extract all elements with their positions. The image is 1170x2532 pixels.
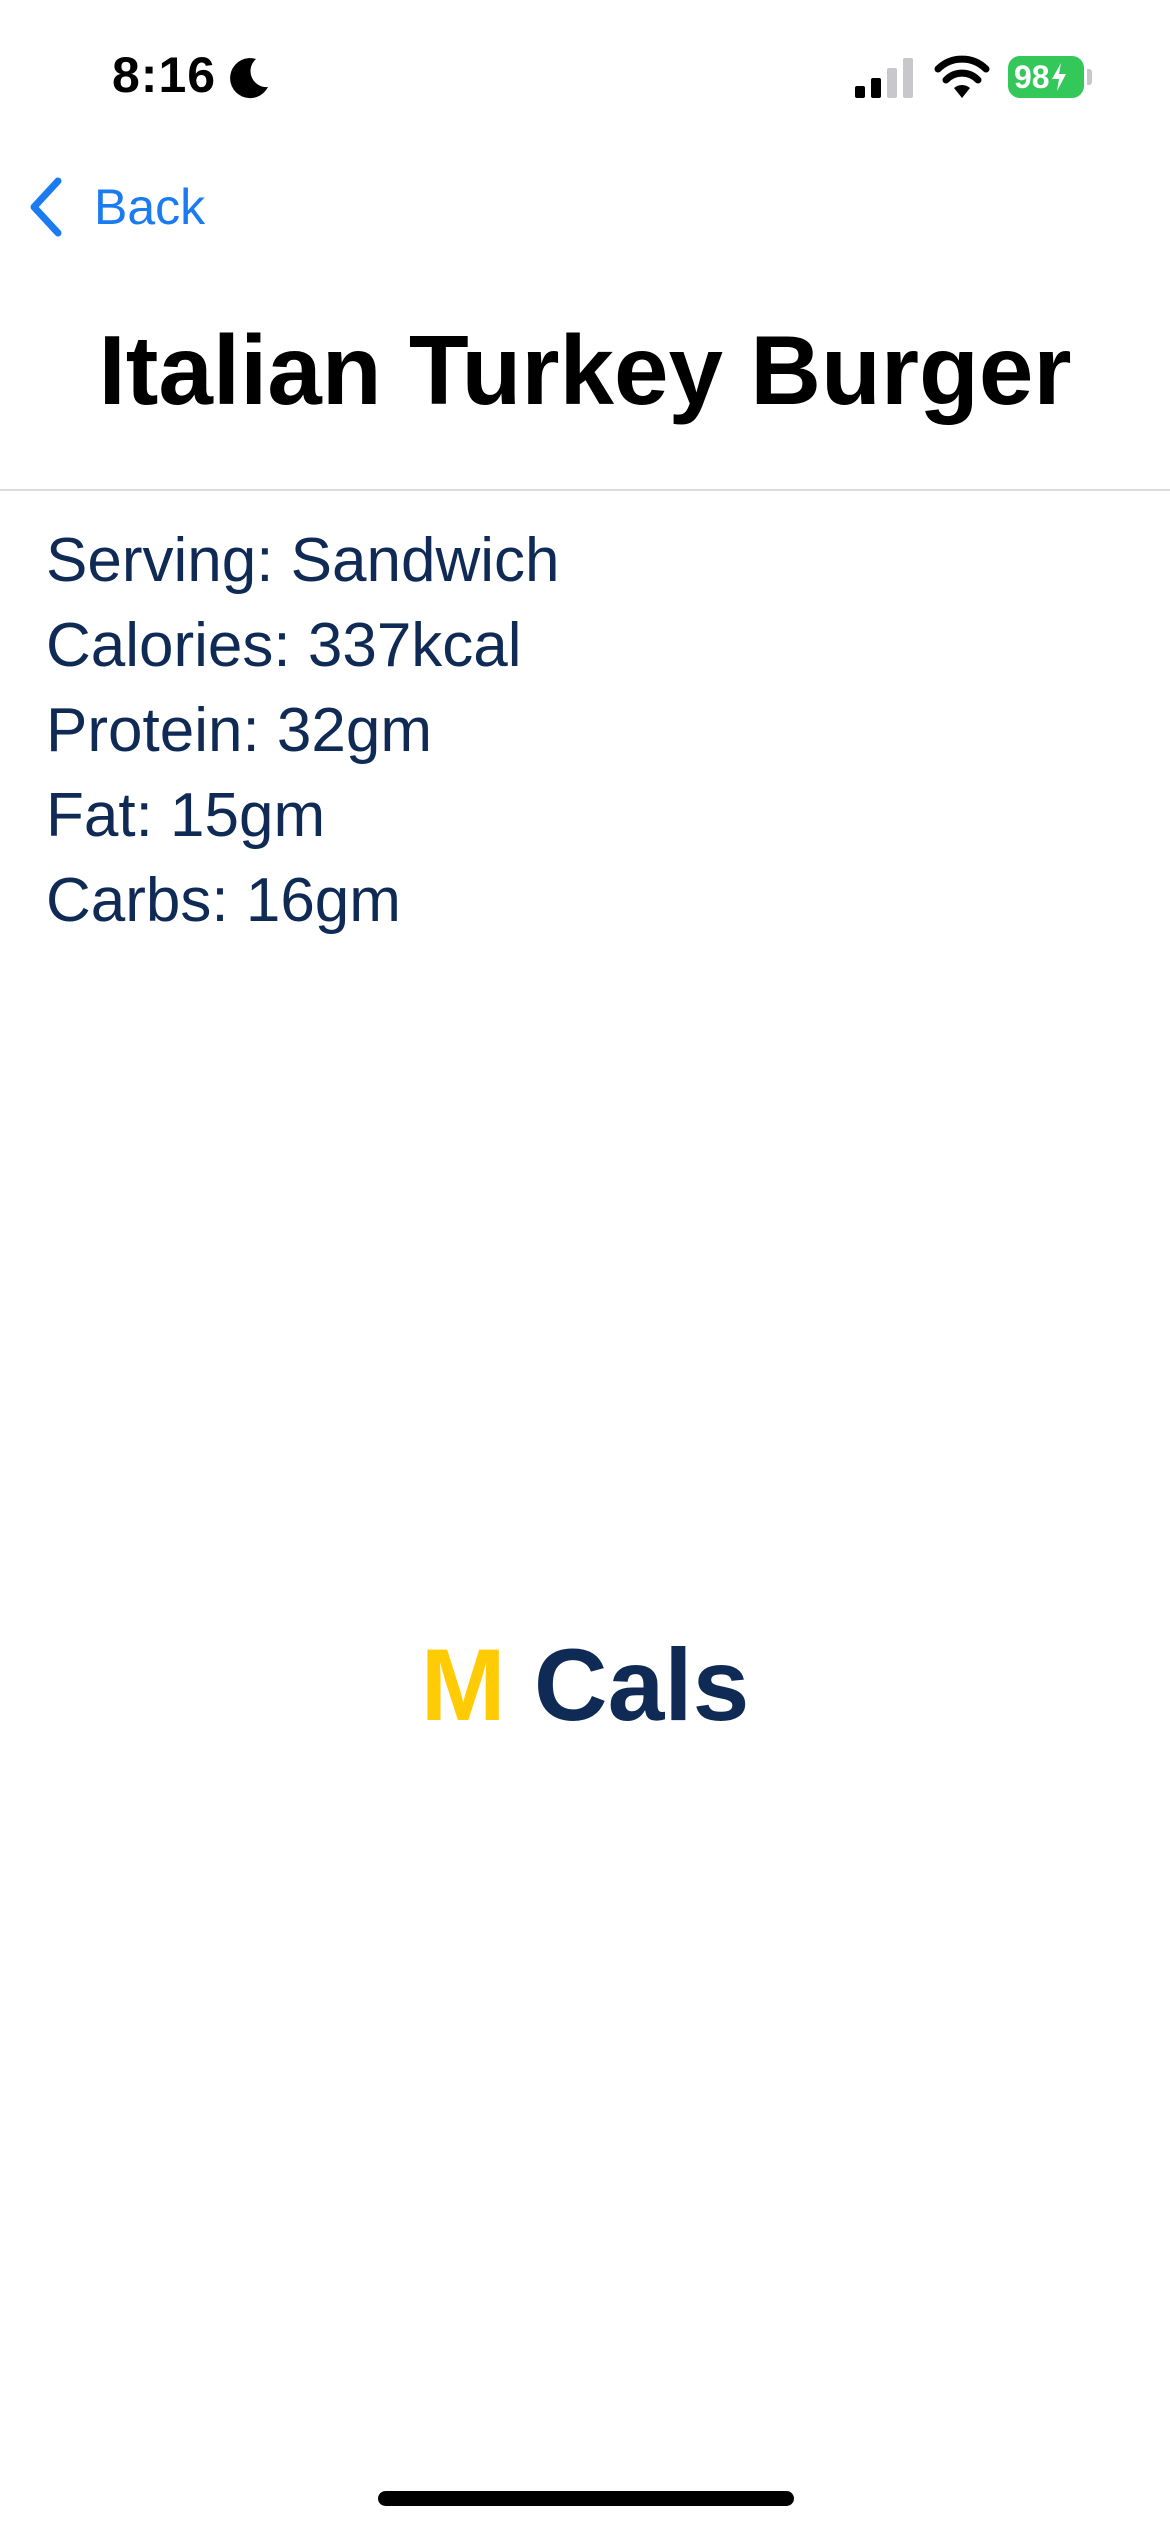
signal-icon [855, 58, 913, 98]
back-label: Back [94, 179, 206, 235]
brand-logo-m: M [420, 1628, 506, 1742]
nutrition-calories: Calories: 337kcal [46, 611, 522, 680]
brand-logo-cals: Cals [533, 1628, 750, 1742]
charging-bolt-icon [1051, 63, 1066, 91]
status-bar: 8:16 98 [0, 0, 1170, 150]
nutrition-protein: Protein: 32gm [46, 696, 432, 765]
battery-cap [1087, 69, 1092, 85]
home-indicator[interactable] [378, 2491, 794, 2506]
page-title: Italian Turkey Burger [98, 315, 1072, 425]
back-button[interactable]: Back [26, 172, 205, 242]
chevron-left-icon [30, 177, 62, 237]
battery-icon: 98 [1008, 56, 1084, 98]
nutrition-serving: Serving: Sandwich [46, 526, 560, 595]
battery-level: 98 [1014, 59, 1050, 95]
divider [0, 489, 1170, 491]
brand-logo: M Cals [0, 1620, 1170, 1750]
status-time: 8:16 [112, 47, 217, 103]
nutrition-fat: Fat: 15gm [46, 781, 326, 850]
nutrition-carbs: Carbs: 16gm [46, 866, 401, 935]
nutrition-list: Serving: Sandwich Calories: 337kcal Prot… [46, 518, 560, 943]
moon-icon [230, 58, 268, 99]
wifi-icon [934, 55, 990, 98]
